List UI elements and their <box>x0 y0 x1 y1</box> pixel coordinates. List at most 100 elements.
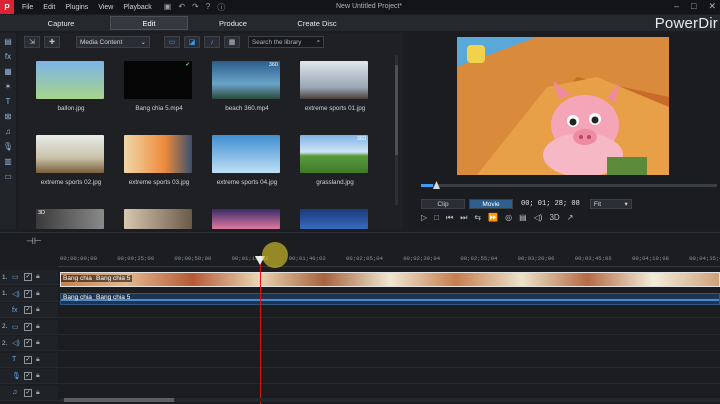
save-icon[interactable]: ▣ <box>164 2 172 13</box>
pip-room-icon[interactable]: ▦ <box>4 67 12 76</box>
media-item[interactable] <box>300 209 370 229</box>
prev-frame-icon[interactable]: ⏮ <box>446 213 453 223</box>
fast-forward-icon[interactable]: ⏩ <box>488 213 498 223</box>
maximize-icon[interactable]: □ <box>691 1 696 12</box>
track-enable-checkbox[interactable]: ✓ <box>24 289 32 298</box>
media-thumbnail <box>124 135 192 173</box>
subtitle-icon[interactable]: ▤ <box>519 213 527 223</box>
track-lane[interactable] <box>58 369 720 384</box>
info-icon[interactable]: ⓘ <box>217 2 225 13</box>
lock-icon[interactable]: 🔒︎ <box>36 323 40 331</box>
media-item[interactable]: 3D <box>36 209 106 229</box>
track-enable-checkbox[interactable]: ✓ <box>24 388 32 397</box>
menu-file[interactable]: File <box>22 4 33 11</box>
transition-room-icon[interactable]: ⊠ <box>5 112 12 121</box>
grid-view-icon[interactable]: ▦ <box>224 36 240 48</box>
track-enable-checkbox[interactable]: ✓ <box>24 339 32 347</box>
loop-icon[interactable]: ⇆ <box>474 213 481 223</box>
media-item[interactable] <box>212 209 282 229</box>
media-item[interactable]: extreme sports 04.jpg <box>212 135 282 186</box>
search-icon[interactable]: ⌕ <box>316 38 320 46</box>
help-icon[interactable]: ? <box>206 2 210 13</box>
undock-icon[interactable]: ↗ <box>567 213 574 223</box>
next-frame-icon[interactable]: ⏭ <box>460 213 467 223</box>
tab-capture[interactable]: Capture <box>30 16 92 30</box>
clip-mode-button[interactable]: Clip <box>421 199 465 209</box>
video-clip[interactable] <box>60 272 720 287</box>
audio-filter-icon[interactable]: ♪ <box>204 36 220 48</box>
lock-icon[interactable]: 🔒︎ <box>36 290 40 298</box>
media-item[interactable]: ✔ Bang chia 5.mp4 <box>124 61 194 112</box>
tab-create-disc[interactable]: Create Disc <box>280 16 354 30</box>
stop-icon[interactable]: □ <box>434 213 439 223</box>
play-icon[interactable]: ▷ <box>421 213 427 223</box>
lock-icon[interactable]: 🔒︎ <box>36 273 40 281</box>
menu-bar: File Edit Plugins View Playback <box>22 4 152 11</box>
track-lane[interactable] <box>58 336 720 351</box>
media-room-icon[interactable]: ▤ <box>4 37 12 46</box>
media-item[interactable]: extreme sports 03.jpg <box>124 135 194 186</box>
timeline-ruler[interactable]: 00;00;00;00 00;00;25;00 00;00;50;00 00;01;1… <box>58 253 720 267</box>
track-lane[interactable] <box>58 319 720 335</box>
movie-mode-button[interactable]: Movie <box>469 199 513 209</box>
snapshot-icon[interactable]: ◎ <box>505 213 512 223</box>
track-enable-checkbox[interactable]: ✓ <box>24 355 32 364</box>
preview-video <box>457 37 669 175</box>
timeline-toolbar: ⊣⊢ <box>0 232 720 250</box>
media-item[interactable]: extreme sports 02.jpg <box>36 135 106 186</box>
video-filter-icon[interactable]: ▭ <box>164 36 180 48</box>
chapter-room-icon[interactable]: ▥ <box>4 157 12 166</box>
track-enable-checkbox[interactable]: ✓ <box>24 322 32 331</box>
title-room-icon[interactable]: T <box>6 97 11 106</box>
seek-knob[interactable] <box>433 181 440 189</box>
voice-over-icon[interactable]: 🎙 <box>3 142 13 151</box>
playhead-line[interactable] <box>260 255 261 404</box>
media-filter-dropdown[interactable]: Media Content ⌄ <box>76 36 150 48</box>
tab-edit[interactable]: Edit <box>110 16 188 30</box>
media-item[interactable]: extreme sports 01.jpg <box>300 61 370 112</box>
track-enable-checkbox[interactable]: ✓ <box>24 372 32 380</box>
track-enable-checkbox[interactable]: ✓ <box>24 273 32 281</box>
timeline-scrollbar[interactable] <box>60 398 720 402</box>
media-item[interactable]: ballon.jpg <box>36 61 106 112</box>
3d-button[interactable]: 3D <box>549 213 559 223</box>
menu-plugins[interactable]: Plugins <box>65 4 88 11</box>
tab-produce[interactable]: Produce <box>200 16 266 30</box>
undo-icon[interactable]: ↶ <box>178 2 185 13</box>
track-lane[interactable] <box>58 303 720 318</box>
fit-timeline-icon[interactable]: ⊣⊢ <box>26 236 42 247</box>
fx-room-icon[interactable]: fx <box>5 52 11 61</box>
media-name: ballon.jpg <box>57 105 85 112</box>
image-filter-icon[interactable]: ◪ <box>184 36 200 48</box>
video-track-icon: ▭ <box>12 274 19 281</box>
volume-icon[interactable]: ◁) <box>534 213 543 223</box>
track-lane[interactable] <box>58 352 720 368</box>
media-item[interactable]: 360 beach 360.mp4 <box>212 61 282 112</box>
close-icon[interactable]: ✕ <box>708 1 716 12</box>
lock-icon[interactable]: 🔒︎ <box>36 389 40 397</box>
music-track-icon: ♫ <box>12 389 18 396</box>
import-icon[interactable]: ⇲ <box>24 36 40 48</box>
library-scrollbar[interactable] <box>395 55 398 205</box>
minimize-icon[interactable]: – <box>674 1 679 12</box>
lock-icon[interactable]: 🔒︎ <box>36 356 40 364</box>
track-enable-checkbox[interactable]: ✓ <box>24 306 32 314</box>
audio-clip[interactable] <box>60 293 720 305</box>
lock-icon[interactable]: 🔒︎ <box>36 306 40 314</box>
menu-view[interactable]: View <box>98 4 113 11</box>
plugin-icon[interactable]: ✚ <box>44 36 60 48</box>
menu-edit[interactable]: Edit <box>43 4 55 11</box>
media-item[interactable] <box>124 209 194 229</box>
menu-playback[interactable]: Playback <box>123 4 151 11</box>
media-item[interactable]: 360 grassland.jpg <box>300 135 370 186</box>
lock-icon[interactable]: 🔒︎ <box>36 339 40 347</box>
subtitle-room-icon[interactable]: ▭ <box>4 172 12 181</box>
particle-room-icon[interactable]: ✶ <box>5 82 12 91</box>
audio-mixing-icon[interactable]: ♫ <box>5 127 11 136</box>
preview-seek-bar[interactable] <box>421 181 717 189</box>
search-input[interactable]: Search the library ⌕ <box>248 36 324 48</box>
zoom-dropdown[interactable]: Fit ▾ <box>589 199 632 209</box>
timecode[interactable]: 00; 01; 28; 08 <box>521 200 580 208</box>
redo-icon[interactable]: ↷ <box>192 2 199 13</box>
lock-icon[interactable]: 🔒︎ <box>36 372 40 380</box>
